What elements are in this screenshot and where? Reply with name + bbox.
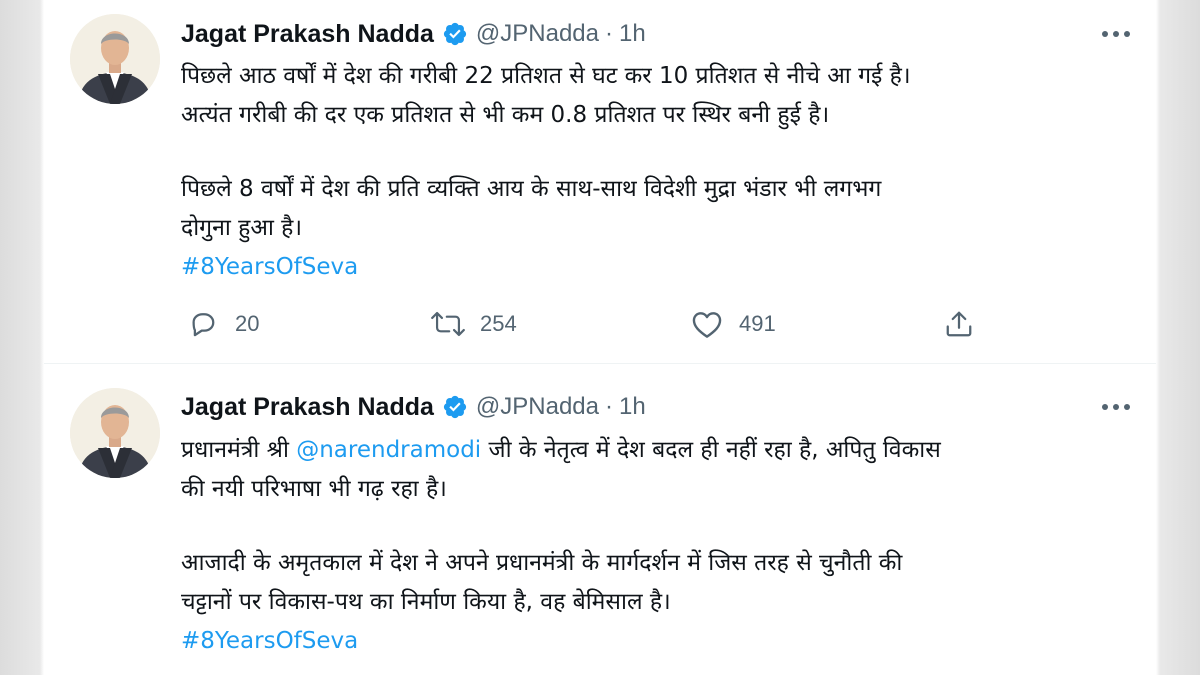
more-options-icon[interactable]: [1096, 20, 1136, 48]
avatar[interactable]: [70, 14, 160, 104]
more-options-icon[interactable]: [1096, 393, 1136, 421]
author-name[interactable]: Jagat Prakash Nadda: [181, 20, 434, 49]
tweet-time[interactable]: 1h: [619, 20, 646, 48]
tweet-line: दोगुना हुआ है।: [181, 215, 303, 241]
like-button[interactable]: 491: [685, 302, 776, 346]
reply-count: 20: [235, 311, 260, 336]
tweet-card-2[interactable]: Jagat Prakash Nadda @JPNadda · 1h प्रधान…: [44, 364, 1156, 675]
tweet-text: प्रधानमंत्री श्री @narendramodi जी के ने…: [181, 431, 1131, 661]
reply-button[interactable]: 20: [181, 302, 259, 346]
tweet-line: चट्टानों पर विकास-पथ का निर्माण किया है,…: [181, 589, 671, 615]
share-icon: [937, 302, 981, 346]
tweet-line: प्रधानमंत्री श्री @narendramodi जी के ने…: [181, 431, 1131, 470]
reply-icon: [181, 302, 225, 346]
retweet-count: 254: [480, 311, 517, 336]
retweet-button[interactable]: 254: [426, 302, 517, 346]
tweet-text-segment: जी के नेतृत्व में देश बदल ही नहीं रहा है…: [481, 437, 941, 463]
tweet-card-1[interactable]: Jagat Prakash Nadda @JPNadda · 1h पिछले …: [44, 0, 1156, 364]
tweet-time[interactable]: 1h: [619, 393, 646, 421]
avatar-portrait-icon: [70, 14, 160, 104]
tweet-text-segment: प्रधानमंत्री श्री: [181, 437, 297, 463]
tweet-header: Jagat Prakash Nadda @JPNadda · 1h: [181, 16, 1136, 52]
author-handle[interactable]: @JPNadda: [476, 393, 599, 421]
hashtag-link[interactable]: #8YearsOfSeva: [181, 622, 1131, 661]
avatar-portrait-icon: [70, 388, 160, 478]
tweet-actions: 20 254 491: [181, 302, 1031, 346]
like-count: 491: [739, 311, 776, 336]
verified-badge-icon: [442, 21, 468, 47]
avatar[interactable]: [70, 388, 160, 478]
hashtag-link[interactable]: #8YearsOfSeva: [181, 248, 1131, 287]
tweet-line: आजादी के अमृतकाल में देश ने अपने प्रधानम…: [181, 550, 903, 576]
tweet-line: पिछले आठ वर्षों में देश की गरीबी 22 प्रत…: [181, 63, 911, 89]
screenshot-page: Jagat Prakash Nadda @JPNadda · 1h पिछले …: [0, 0, 1200, 675]
heart-icon: [685, 302, 729, 346]
author-handle[interactable]: @JPNadda: [476, 20, 599, 48]
mention-link[interactable]: @narendramodi: [296, 437, 481, 463]
verified-badge-icon: [442, 394, 468, 420]
author-name[interactable]: Jagat Prakash Nadda: [181, 393, 434, 422]
share-button[interactable]: [937, 302, 981, 346]
tweet-line: अत्यंत गरीबी की दर एक प्रतिशत से भी कम 0…: [181, 102, 830, 128]
separator-dot: ·: [605, 20, 613, 47]
tweet-line: पिछले 8 वर्षों में देश की प्रति व्यक्ति …: [181, 176, 882, 202]
tweet-text: पिछले आठ वर्षों में देश की गरीबी 22 प्रत…: [181, 57, 1131, 287]
tweet-header: Jagat Prakash Nadda @JPNadda · 1h: [181, 389, 1136, 425]
retweet-icon: [426, 302, 470, 346]
separator-dot: ·: [605, 393, 613, 420]
tweet-line: की नयी परिभाषा भी गढ़ रहा है।: [181, 476, 447, 502]
